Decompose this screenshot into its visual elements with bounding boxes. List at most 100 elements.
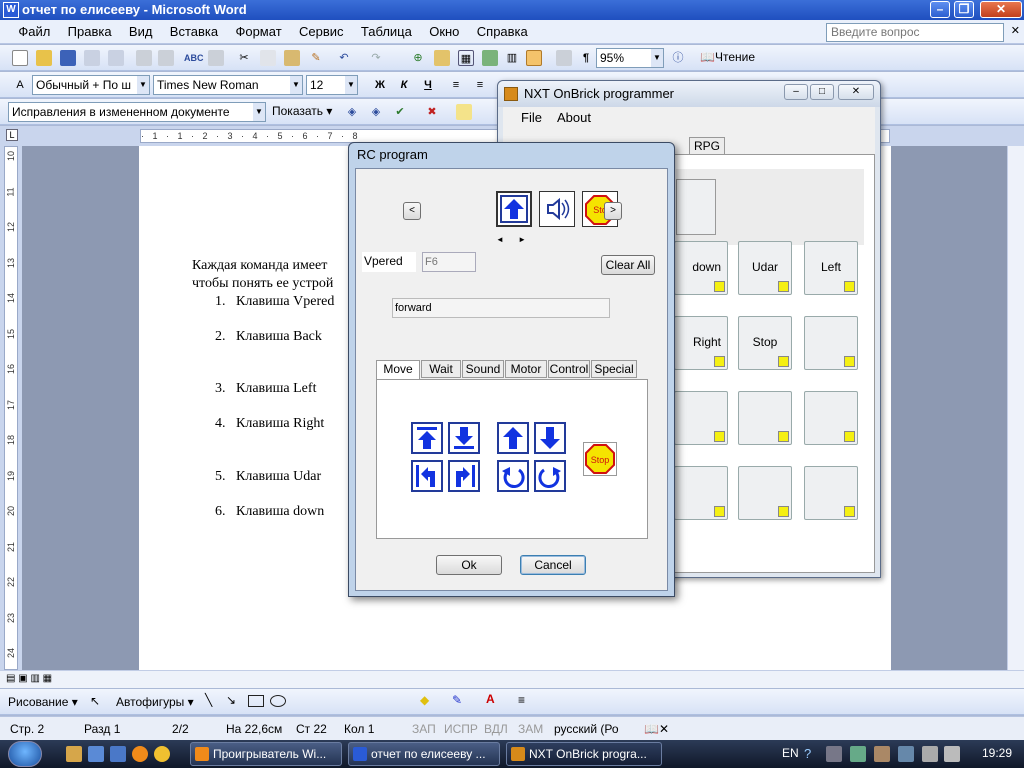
scroll-left-button[interactable]: < [403,202,421,220]
taskbar-nxt[interactable]: NXT OnBrick progra... [506,742,662,766]
window-switch-icon[interactable] [110,746,126,762]
insert-table-icon[interactable]: ▦ [458,50,474,66]
line-icon[interactable]: ╲ [205,693,212,707]
hotkey-field[interactable]: F6 [422,252,476,272]
permission-icon[interactable] [84,50,100,66]
drawing-icon[interactable] [526,50,542,66]
nxt-command-tile[interactable]: Udar [738,241,792,295]
print-icon[interactable] [136,50,152,66]
research-icon[interactable] [208,50,224,66]
status-rec[interactable]: ЗАП [412,722,436,736]
taskbar-word[interactable]: отчет по елисееву ... [348,742,500,766]
nxt-command-tile[interactable]: Stop [738,316,792,370]
command-key-name-input[interactable]: Vpered [362,252,416,272]
accept-change-icon[interactable]: ✔ [392,104,408,120]
nxt-command-tile[interactable] [738,391,792,445]
command-name-field[interactable]: forward [392,298,610,318]
menu-tools[interactable]: Сервис [292,20,351,44]
rectangle-icon[interactable] [248,695,264,707]
folder-quicklaunch-icon[interactable] [66,746,82,762]
turn-left-command[interactable] [411,460,443,492]
clear-all-button[interactable]: Clear All [601,255,655,275]
nxt-command-tile[interactable] [674,391,728,445]
tray-icon[interactable] [826,746,842,762]
horizontal-scrollbar[interactable]: ▤ ▣ ▥ ▦ [0,670,1024,688]
nxt-maximize-button[interactable]: □ [810,84,834,100]
rotate-right-command[interactable] [534,460,566,492]
tab-special[interactable]: Special [591,360,637,378]
hyperlink-icon[interactable]: ⊕ [410,50,426,66]
status-ext[interactable]: ВДЛ [484,722,508,736]
nxt-command-tile[interactable]: Right [674,316,728,370]
tab-move[interactable]: Move [376,360,420,380]
selected-forward-command[interactable] [496,191,532,227]
track-changes-combo[interactable]: Исправления в измененном документе ▼ [8,102,266,122]
insert-excel-icon[interactable] [482,50,498,66]
language-indicator[interactable]: EN [782,746,799,760]
menu-file[interactable]: Файл [11,20,57,44]
reading-mode-button[interactable]: 📖Чтение [700,50,755,64]
rotate-left-command[interactable] [497,460,529,492]
document-map-icon[interactable] [556,50,572,66]
line-color-icon[interactable]: ✎ [452,693,462,707]
nxt-command-tile[interactable] [804,391,858,445]
draw-menu[interactable]: Рисование ▾ [8,695,78,709]
network-icon[interactable] [898,746,914,762]
nxt-top-button[interactable] [676,179,716,235]
previous-change-icon[interactable]: ◈ [344,104,360,120]
oval-icon[interactable] [270,695,286,707]
start-button[interactable] [8,741,42,767]
view-buttons[interactable]: ▤ ▣ ▥ ▦ [6,673,52,684]
tray-icon[interactable] [922,746,938,762]
tab-wait[interactable]: Wait [421,360,461,378]
volume-icon[interactable] [944,746,960,762]
autoshapes-menu[interactable]: Автофигуры ▾ [116,695,194,709]
close-button[interactable]: ✕ [980,1,1022,18]
vertical-scrollbar[interactable] [1007,146,1024,670]
close-doc-icon[interactable]: ✕ [1011,24,1020,37]
new-icon[interactable] [12,50,28,66]
paste-icon[interactable] [284,50,300,66]
nxt-menu-about[interactable]: About [557,110,591,125]
help-icon[interactable]: ⓘ [670,50,686,66]
tab-selector[interactable]: L [6,129,18,141]
help-tray-icon[interactable]: ? [804,746,811,761]
select-objects-icon[interactable]: ↖ [90,694,100,708]
sound-command[interactable] [539,191,575,227]
open-icon[interactable] [36,50,52,66]
menu-window[interactable]: Окно [422,20,466,44]
tab-sound[interactable]: Sound [462,360,504,378]
status-ovr[interactable]: ЗАМ [518,722,543,736]
italic-button[interactable]: К [396,77,412,93]
show-hide-icon[interactable]: ¶ [578,50,594,66]
ask-question-input[interactable]: Введите вопрос [826,23,1004,42]
arrow-icon[interactable]: ↘ [226,693,236,707]
stop-move-command[interactable]: Stop [583,442,617,476]
backward-command[interactable] [534,422,566,454]
cancel-button[interactable]: Cancel [520,555,586,575]
cut-icon[interactable]: ✂ [236,50,252,66]
nxt-menu-file[interactable]: File [521,110,542,125]
tab-motor[interactable]: Motor [505,360,547,378]
menu-view[interactable]: Вид [122,20,160,44]
forward-command[interactable] [497,422,529,454]
taskbar-media-player[interactable]: Проигрыватель Wi... [190,742,342,766]
styles-icon[interactable]: A [12,77,28,93]
ok-button[interactable]: Ok [436,555,502,575]
scroll-right-button[interactable]: > [604,202,622,220]
tables-borders-icon[interactable] [434,50,450,66]
copy-icon[interactable] [260,50,276,66]
nxt-command-tile[interactable] [804,316,858,370]
reject-change-icon[interactable]: ✖ [424,104,440,120]
browser-quicklaunch-icon[interactable] [154,746,170,762]
nxt-command-tile[interactable]: down [674,241,728,295]
zoom-combo[interactable]: 95% ▼ [596,48,664,68]
email-icon[interactable] [108,50,124,66]
move-backward-command[interactable] [448,422,480,454]
align-center-icon[interactable]: ≡ [472,77,488,93]
comment-icon[interactable] [456,104,472,120]
show-markup-button[interactable]: Показать ▾ [272,104,332,118]
print-preview-icon[interactable] [158,50,174,66]
save-icon[interactable] [60,50,76,66]
menu-edit[interactable]: Правка [61,20,119,44]
